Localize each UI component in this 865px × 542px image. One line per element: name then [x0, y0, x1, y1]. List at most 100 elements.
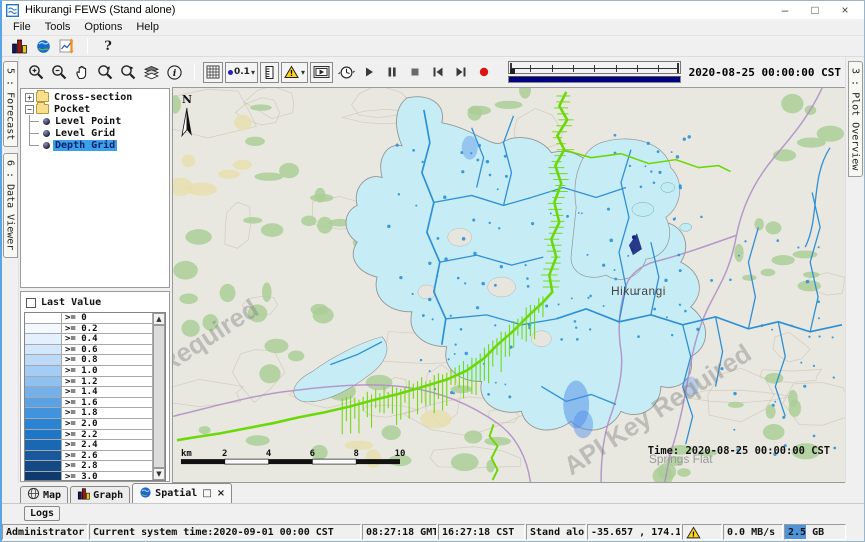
logs-panel: Logs	[2, 504, 864, 523]
right-dock-strip: 3 : Plot Overview	[845, 57, 864, 483]
info-button[interactable]: i	[163, 61, 186, 84]
tab-map[interactable]: Map	[20, 486, 68, 503]
classbreak-interval-dropdown[interactable]: 0.1▾	[225, 62, 258, 83]
legend-table: >= 0>= 0.2>= 0.4>= 0.6>= 0.8>= 1.0>= 1.2…	[25, 313, 152, 480]
zoom-in-button[interactable]	[25, 61, 48, 84]
legend-label: >= 0.4	[62, 334, 152, 344]
grid-display-button[interactable]	[203, 62, 223, 83]
menu-options[interactable]: Options	[77, 20, 129, 34]
layers-button[interactable]	[140, 61, 163, 84]
tree-node-pocket[interactable]: −Pocket	[23, 103, 169, 115]
tree-node-level-grid[interactable]: Level Grid	[23, 127, 169, 139]
window-title: Hikurangi FEWS (Stand alone)	[25, 4, 175, 16]
database-button[interactable]	[7, 37, 31, 56]
legend-swatch	[25, 345, 62, 355]
legend-label: >= 0.8	[62, 355, 152, 365]
time-slider-thumb[interactable]	[510, 69, 515, 74]
map-time-label: Time: 2020-08-25 00:00:00 CST	[648, 445, 830, 457]
map-display-button[interactable]	[31, 37, 55, 56]
legend-label: >= 2.0	[62, 419, 152, 429]
svg-text:N: N	[182, 93, 192, 106]
skip-to-end-button[interactable]	[450, 61, 473, 84]
scroll-up-icon[interactable]: ▲	[153, 313, 165, 325]
last-value-checkbox[interactable]	[26, 298, 36, 308]
tree-node-level-point[interactable]: Level Point	[23, 115, 169, 127]
status-text: 0.0 MB/s	[727, 527, 775, 538]
status-text: Current system time:2020-09-01 00:00 CST	[93, 527, 334, 538]
time-slider[interactable]	[508, 61, 681, 83]
time-slider-tick	[552, 65, 553, 72]
stop-button[interactable]	[404, 61, 427, 84]
time-slider-tick	[594, 65, 595, 72]
legend-scrollbar[interactable]: ▲ ▼	[152, 313, 165, 480]
timeseries-dialog-button[interactable]	[55, 37, 79, 56]
zoom-previous-button[interactable]	[94, 61, 117, 84]
maximize-button[interactable]: □	[800, 2, 830, 18]
legend-label: >= 1.0	[62, 366, 152, 376]
skip-to-start-button[interactable]	[427, 61, 450, 84]
status-text: Administrator	[6, 527, 84, 538]
tree-guide-line	[29, 127, 42, 139]
status-text: Stand alone	[530, 527, 586, 538]
time-slider-range-bar	[508, 76, 681, 83]
status-cell-administrato: Administrator	[2, 524, 88, 540]
svg-text:4: 4	[266, 449, 271, 459]
time-slider-tick	[658, 65, 659, 72]
record-button[interactable]	[473, 61, 496, 84]
legend-panel: Last Value >= 0>= 0.2>= 0.4>= 0.6>= 0.8>…	[20, 291, 170, 482]
legend-label: >= 2.2	[62, 430, 152, 440]
status-cell-0-0-mb-s: 0.0 MB/s	[723, 524, 783, 540]
tab-graph[interactable]: Graph	[70, 486, 130, 503]
expand-toggle[interactable]: −	[25, 105, 34, 114]
dock-tab-3-plot-overview[interactable]: 3 : Plot Overview	[848, 61, 863, 177]
scroll-down-icon[interactable]: ▼	[153, 468, 165, 480]
pan-hand-button[interactable]	[71, 61, 94, 84]
dock-tab-5-forecast[interactable]: 5 : Forecast	[3, 61, 18, 147]
legend-label: >= 1.6	[62, 398, 152, 408]
globe-wire-icon	[27, 487, 40, 503]
time-slider-tick	[616, 65, 617, 72]
zoom-out-button[interactable]	[48, 61, 71, 84]
menu-help[interactable]: Help	[129, 20, 166, 34]
close-button[interactable]: ×	[830, 2, 860, 18]
animation-settings-button[interactable]	[335, 61, 358, 84]
menu-tools[interactable]: Tools	[38, 20, 78, 34]
tab-label: Graph	[93, 490, 123, 501]
status-text: 08:27:18 GMT	[366, 527, 437, 538]
legend-row: >= 1.4	[25, 387, 152, 398]
tree-node-label: Level Point	[53, 116, 123, 127]
time-slider-track[interactable]	[508, 61, 681, 74]
map-toolbar: i 0.1▾ !▾ 2020-08-25 00:00:00 CST	[19, 57, 845, 87]
dock-tab-6-data-viewer[interactable]: 6 : Data Viewer	[3, 153, 18, 257]
folder-icon	[36, 104, 49, 114]
tab-close-icon[interactable]: ×	[217, 488, 225, 499]
menu-file[interactable]: File	[6, 20, 38, 34]
tab-maximize-icon[interactable]: □	[202, 488, 211, 499]
legend-row: >= 1.0	[25, 366, 152, 377]
svg-text:10: 10	[395, 449, 406, 459]
map-view[interactable]: API Key Required API Key Required	[172, 87, 845, 483]
tree-guide-line	[29, 115, 42, 127]
zoom-next-button[interactable]	[117, 61, 140, 84]
legend-label: >= 0.2	[62, 324, 152, 334]
tab-spatial[interactable]: Spatial □ ×	[132, 483, 232, 503]
toolbar-separator	[194, 64, 195, 80]
tab-label: Spatial	[155, 488, 197, 499]
scrollbar-thumb[interactable]	[153, 325, 165, 468]
thresholds-dropdown[interactable]: !▾	[281, 62, 308, 83]
pause-button[interactable]	[381, 61, 404, 84]
play-button[interactable]	[358, 61, 381, 84]
menu-bar: FileToolsOptionsHelp	[2, 19, 864, 36]
gauge-scale-button[interactable]	[260, 62, 279, 83]
help-button[interactable]: ?	[96, 37, 120, 56]
svg-text:km: km	[181, 449, 192, 459]
spatial-left-panel: +Cross-section−PocketLevel PointLevel Gr…	[19, 87, 172, 483]
animation-movie-button[interactable]	[310, 62, 333, 83]
app-logo-icon	[6, 4, 19, 17]
expand-toggle[interactable]: +	[25, 93, 34, 102]
classbreak-dot-icon	[228, 70, 233, 75]
minimize-button[interactable]: –	[770, 2, 800, 18]
tree-node-depth-grid[interactable]: Depth Grid	[23, 139, 169, 151]
logs-button[interactable]: Logs	[24, 506, 60, 521]
status-cell-16-27-18-cst: 16:27:18 CST	[438, 524, 525, 540]
